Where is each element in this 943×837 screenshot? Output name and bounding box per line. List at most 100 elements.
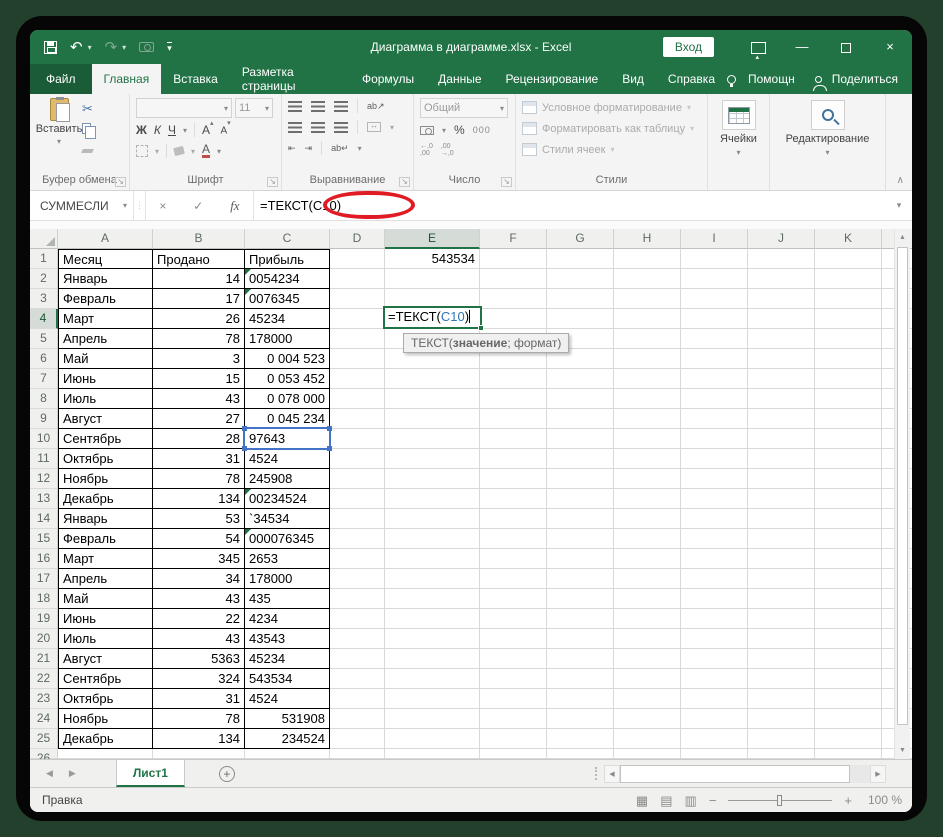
- row-header-3[interactable]: 3: [30, 289, 58, 309]
- column-header-E[interactable]: E: [385, 229, 480, 249]
- align-bottom-icon[interactable]: [334, 100, 348, 112]
- cell-F26[interactable]: [480, 749, 547, 759]
- row-header-18[interactable]: 18: [30, 589, 58, 609]
- column-header-K[interactable]: K: [815, 229, 882, 249]
- cell-B22[interactable]: 324: [153, 669, 245, 689]
- cell-F20[interactable]: [480, 629, 547, 649]
- cell-C26[interactable]: [245, 749, 330, 759]
- cell-E14[interactable]: [385, 509, 480, 529]
- cell-K23[interactable]: [815, 689, 882, 709]
- cell-F13[interactable]: [480, 489, 547, 509]
- cell-H19[interactable]: [614, 609, 681, 629]
- cell-D26[interactable]: [330, 749, 385, 759]
- cell-K1[interactable]: [815, 249, 882, 269]
- cell-A10[interactable]: Сентябрь: [58, 429, 153, 449]
- cell-I16[interactable]: [681, 549, 748, 569]
- cell-A11[interactable]: Октябрь: [58, 449, 153, 469]
- cell-I26[interactable]: [681, 749, 748, 759]
- cell-J2[interactable]: [748, 269, 815, 289]
- cell-A26[interactable]: [58, 749, 153, 759]
- add-sheet-button[interactable]: +: [218, 765, 235, 782]
- collapse-ribbon-button[interactable]: ∧: [897, 175, 904, 186]
- cell-D14[interactable]: [330, 509, 385, 529]
- cell-H2[interactable]: [614, 269, 681, 289]
- cell-B2[interactable]: 14: [153, 269, 245, 289]
- tab-scroll-splitter[interactable]: [595, 767, 598, 780]
- orientation-button[interactable]: ab↗: [367, 101, 385, 112]
- cell-A4[interactable]: Март: [58, 309, 153, 329]
- cell-B12[interactable]: 78: [153, 469, 245, 489]
- cell-H3[interactable]: [614, 289, 681, 309]
- cell-F16[interactable]: [480, 549, 547, 569]
- cell-B11[interactable]: 31: [153, 449, 245, 469]
- align-middle-icon[interactable]: [311, 100, 325, 112]
- cell-C21[interactable]: 45234: [245, 649, 330, 669]
- cell-C1[interactable]: Прибыль: [245, 249, 330, 269]
- cell-I19[interactable]: [681, 609, 748, 629]
- row-header-24[interactable]: 24: [30, 709, 58, 729]
- cell-D22[interactable]: [330, 669, 385, 689]
- cell-H17[interactable]: [614, 569, 681, 589]
- cell-A5[interactable]: Апрель: [58, 329, 153, 349]
- cell-D25[interactable]: [330, 729, 385, 749]
- cell-C13[interactable]: 00234524: [245, 489, 330, 509]
- copy-button[interactable]: ▾: [82, 120, 96, 139]
- cell-K17[interactable]: [815, 569, 882, 589]
- cell-I2[interactable]: [681, 269, 748, 289]
- underline-button[interactable]: Ч: [168, 123, 176, 137]
- cell-D1[interactable]: [330, 249, 385, 269]
- wrap-dropdown-icon[interactable]: ▾: [358, 144, 362, 153]
- cell-H7[interactable]: [614, 369, 681, 389]
- cell-C3[interactable]: 0076345: [245, 289, 330, 309]
- row-header-16[interactable]: 16: [30, 549, 58, 569]
- cell-D7[interactable]: [330, 369, 385, 389]
- cell-K5[interactable]: [815, 329, 882, 349]
- align-left-icon[interactable]: [288, 121, 302, 133]
- alignment-dialog-launcher[interactable]: ↘: [399, 177, 410, 187]
- cell-G23[interactable]: [547, 689, 614, 709]
- cell-H10[interactable]: [614, 429, 681, 449]
- cell-B16[interactable]: 345: [153, 549, 245, 569]
- cell-H12[interactable]: [614, 469, 681, 489]
- cell-G8[interactable]: [547, 389, 614, 409]
- cell-K21[interactable]: [815, 649, 882, 669]
- cell-K4[interactable]: [815, 309, 882, 329]
- cell-I4[interactable]: [681, 309, 748, 329]
- cell-J7[interactable]: [748, 369, 815, 389]
- cell-B21[interactable]: 5363: [153, 649, 245, 669]
- cell-F10[interactable]: [480, 429, 547, 449]
- cell-C11[interactable]: 4524: [245, 449, 330, 469]
- cell-J22[interactable]: [748, 669, 815, 689]
- cell-A25[interactable]: Декабрь: [58, 729, 153, 749]
- cell-J14[interactable]: [748, 509, 815, 529]
- tab-разметка-страницы[interactable]: Разметка страницы: [230, 64, 350, 94]
- cell-K3[interactable]: [815, 289, 882, 309]
- cell-K26[interactable]: [815, 749, 882, 759]
- cell-J23[interactable]: [748, 689, 815, 709]
- cell-G22[interactable]: [547, 669, 614, 689]
- cell-I5[interactable]: [681, 329, 748, 349]
- cell-I21[interactable]: [681, 649, 748, 669]
- align-right-icon[interactable]: [334, 121, 348, 133]
- cancel-button[interactable]: ×: [159, 199, 166, 213]
- horizontal-scroll-track[interactable]: [850, 764, 870, 783]
- cell-C16[interactable]: 2653: [245, 549, 330, 569]
- cell-G15[interactable]: [547, 529, 614, 549]
- cell-H6[interactable]: [614, 349, 681, 369]
- cell-E17[interactable]: [385, 569, 480, 589]
- align-top-icon[interactable]: [288, 100, 302, 112]
- row-header-6[interactable]: 6: [30, 349, 58, 369]
- cell-G12[interactable]: [547, 469, 614, 489]
- cell-F23[interactable]: [480, 689, 547, 709]
- cell-I14[interactable]: [681, 509, 748, 529]
- name-box-dropdown-icon[interactable]: ▾: [123, 201, 127, 210]
- cell-D6[interactable]: [330, 349, 385, 369]
- cell-H24[interactable]: [614, 709, 681, 729]
- font-dialog-launcher[interactable]: ↘: [267, 177, 278, 187]
- cell-G20[interactable]: [547, 629, 614, 649]
- cell-G26[interactable]: [547, 749, 614, 759]
- cell-D8[interactable]: [330, 389, 385, 409]
- tab-формулы[interactable]: Формулы: [350, 64, 426, 94]
- cell-A17[interactable]: Апрель: [58, 569, 153, 589]
- cell-A8[interactable]: Июль: [58, 389, 153, 409]
